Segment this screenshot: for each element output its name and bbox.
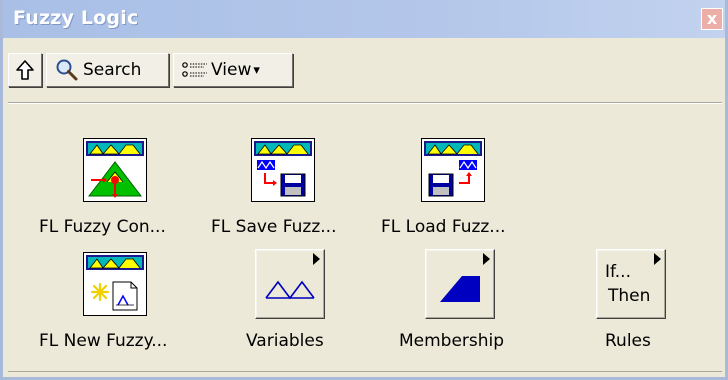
subpalette-arrow-icon [654, 253, 661, 265]
up-arrow-icon [16, 60, 34, 80]
fuzzy-logic-palette-window: Fuzzy Logic x Search View ▾ FL Fuzzy Con… [0, 0, 728, 380]
palette-item-label: FL Fuzzy Con... [39, 217, 166, 237]
palette-item-label: FL Load Fuzz... [381, 217, 506, 237]
palette-item-label: FL Save Fuzz... [211, 217, 337, 237]
subpalette-arrow-icon [483, 253, 490, 265]
rules-subpalette-icon: If... Then [605, 260, 650, 308]
rules-if-text: If... [605, 262, 631, 282]
up-button[interactable] [8, 53, 42, 87]
rules-subpalette-button[interactable]: If... Then [596, 249, 666, 319]
title-bar[interactable]: Fuzzy Logic x [3, 0, 725, 38]
new-fuzzy-system-icon [83, 252, 147, 316]
variables-subpalette-button[interactable] [255, 249, 325, 319]
membership-subpalette-icon [440, 276, 480, 302]
subpalette-arrow-icon [313, 253, 320, 265]
membership-subpalette-button[interactable] [425, 249, 495, 319]
chevron-down-icon: ▾ [253, 62, 260, 78]
rules-then-text: Then [608, 286, 651, 306]
search-icon [56, 59, 78, 81]
palette-item-label: Membership [399, 331, 505, 351]
fuzzy-controller-icon [83, 138, 147, 202]
variables-subpalette-icon [265, 280, 315, 300]
save-fuzzy-system-icon [251, 138, 315, 202]
palette-area: FL Fuzzy Con... FL Save Fuzz... FL Load … [8, 104, 722, 370]
search-button[interactable]: Search [46, 53, 169, 87]
search-label: Search [83, 60, 142, 80]
close-button[interactable]: x [701, 8, 723, 30]
palette-bottom-edge [8, 371, 722, 372]
palette-toolbar: Search View ▾ [8, 44, 708, 98]
palette-item-label: Variables [246, 331, 324, 351]
window-title: Fuzzy Logic [13, 7, 139, 29]
palette-item-label: Rules [605, 331, 651, 351]
load-fuzzy-system-icon [421, 138, 485, 202]
view-options-icon [182, 62, 207, 77]
palette-item-label: FL New Fuzzy... [39, 331, 168, 351]
view-button[interactable]: View ▾ [173, 53, 293, 87]
close-icon: x [706, 9, 718, 28]
view-label: View [211, 60, 252, 80]
